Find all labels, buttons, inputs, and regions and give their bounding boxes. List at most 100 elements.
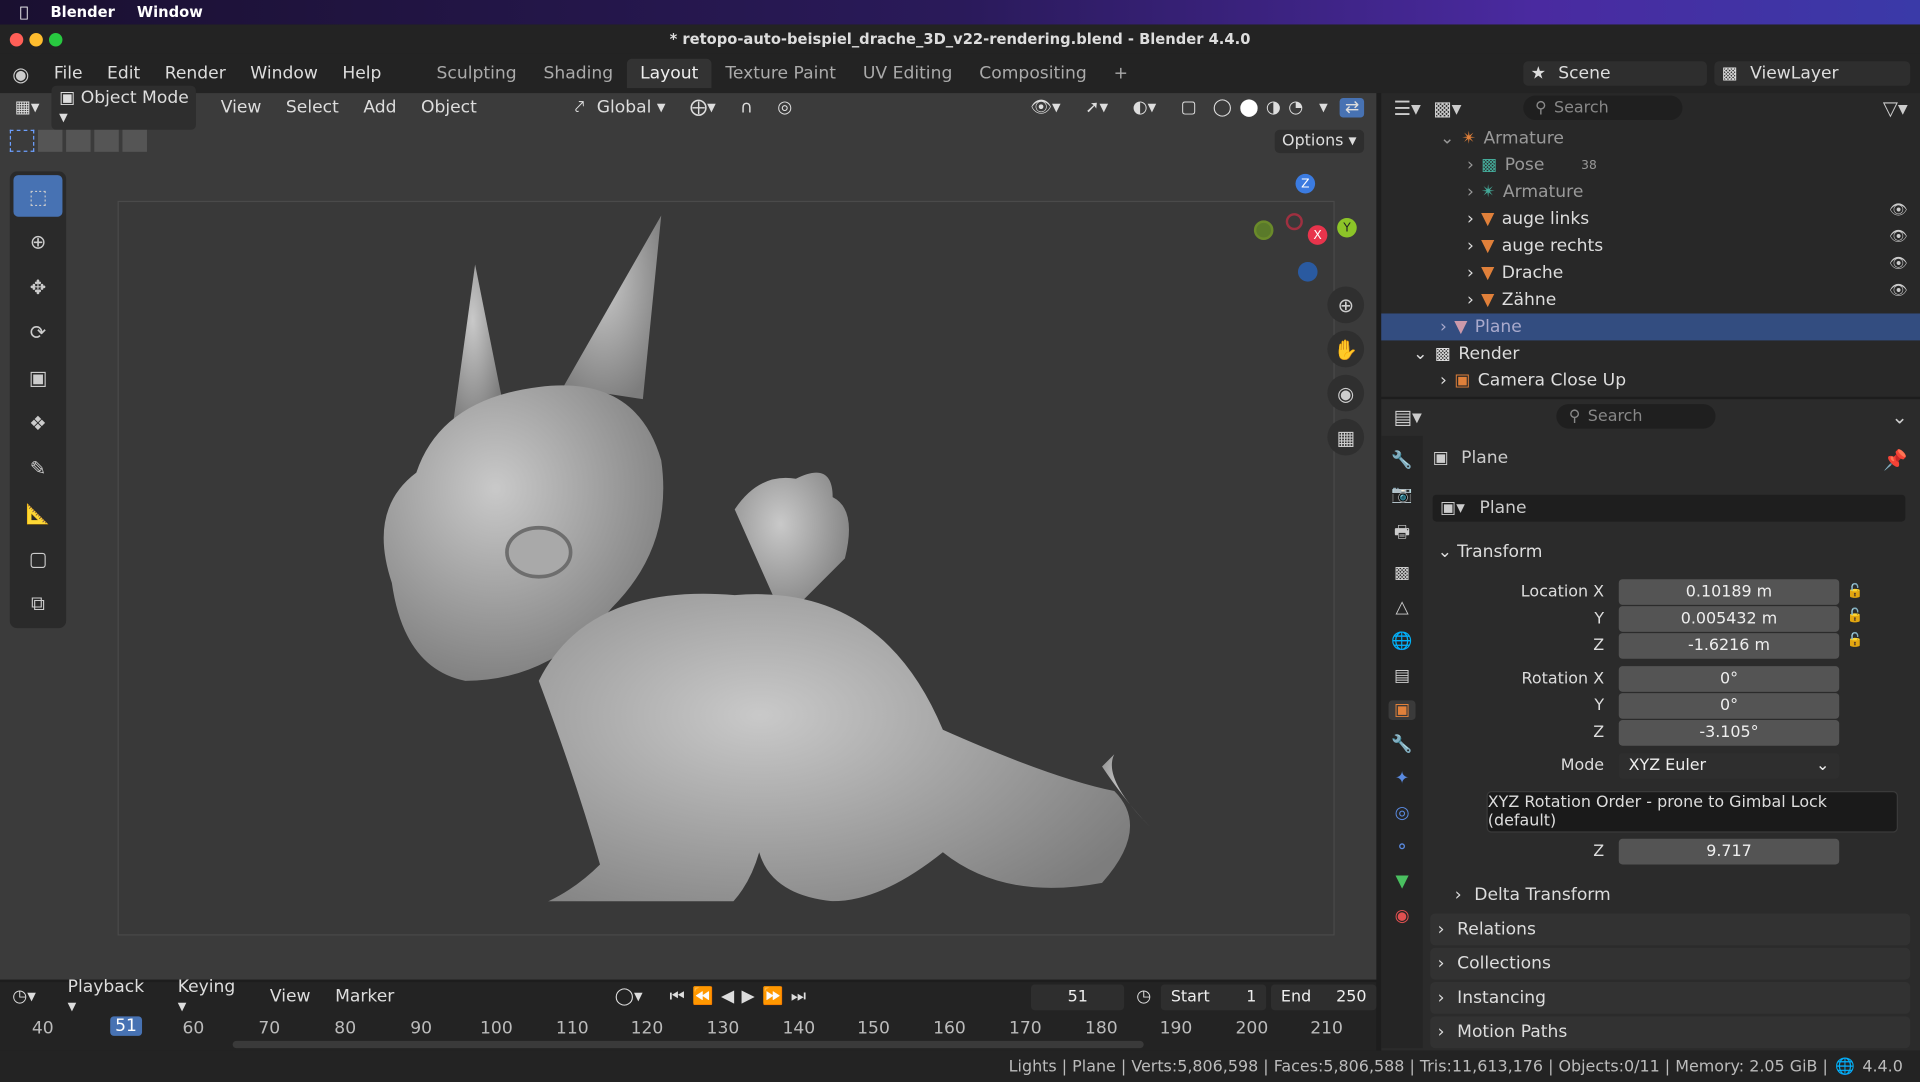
measure-icon[interactable]: 📐 <box>13 492 62 534</box>
instancing-panel[interactable]: › Instancing <box>1430 982 1911 1014</box>
timeline-scrollbar[interactable] <box>232 1040 1144 1049</box>
dragon-model[interactable] <box>367 215 1163 902</box>
gizmo-z-axis[interactable]: Z <box>1295 173 1316 194</box>
select-invert-icon[interactable] <box>94 129 119 152</box>
viewport-menu-view[interactable]: View <box>208 98 273 118</box>
xray-icon[interactable]: ▢ <box>1168 98 1209 118</box>
eye-icon[interactable]: 👁 <box>1889 255 1908 272</box>
outliner-row-armature-data[interactable]: › ✴ Armature <box>1381 179 1920 206</box>
menu-file[interactable]: File <box>42 64 95 84</box>
scale-z-field[interactable]: 9.717 <box>1618 838 1840 865</box>
shading-material-icon[interactable]: ◑ <box>1262 98 1284 118</box>
cursor-icon[interactable]: ⊕ <box>13 220 62 262</box>
outliner-row-zaehne[interactable]: › ▼ Zähne <box>1381 287 1920 314</box>
playback-controls[interactable]: ⏮⏪◀▶⏩⏭ <box>669 987 813 1007</box>
properties-search-input[interactable]: ⚲ Search <box>1556 404 1716 429</box>
perspective-grid-icon[interactable]: ▦ <box>1327 418 1365 456</box>
gizmo-neg-y-axis[interactable] <box>1253 220 1274 241</box>
chevron-right-icon[interactable]: › <box>1467 156 1474 176</box>
move-icon[interactable]: ✥ <box>13 266 62 308</box>
viewport-menu-add[interactable]: Add <box>351 98 409 118</box>
outliner-row-camera[interactable]: › ▣ Camera Close Up <box>1381 367 1920 394</box>
rotation-x-field[interactable]: 0° <box>1618 666 1840 692</box>
outliner-row-render[interactable]: ⌄ ▩ Render <box>1381 340 1920 367</box>
scene-tab-icon[interactable]: △ <box>1395 598 1408 618</box>
lock-icon[interactable]: 🔓 <box>1847 583 1864 599</box>
data-tab-icon[interactable]: ▼ <box>1395 872 1408 892</box>
rotation-y-field[interactable]: 0° <box>1618 693 1840 719</box>
annotate-icon[interactable]: ✎ <box>13 447 62 489</box>
chevron-down-icon[interactable]: ⌄ <box>1413 344 1427 364</box>
chevron-right-icon[interactable]: › <box>1467 290 1474 310</box>
tab-layout[interactable]: Layout <box>626 58 712 89</box>
gizmo-toggle-icon[interactable]: ➚▾ <box>1073 98 1120 118</box>
shading-wireframe-icon[interactable]: ◯ <box>1209 98 1236 118</box>
constraints-tab-icon[interactable]: ⚬ <box>1395 838 1409 858</box>
overlay-icon[interactable]: ◐▾ <box>1120 98 1168 118</box>
transform-orientation-dropdown[interactable]: Global ▾ <box>584 98 677 118</box>
lock-icon[interactable]: 🔓 <box>1847 607 1864 623</box>
gizmo-neg-z-axis[interactable] <box>1297 262 1318 282</box>
add-workspace-icon[interactable]: + <box>1100 59 1141 88</box>
object-name-field[interactable]: ▣▾ Plane <box>1432 494 1906 522</box>
timeline-marker-menu[interactable]: Marker <box>323 987 407 1007</box>
tab-uv-editing[interactable]: UV Editing <box>849 59 965 88</box>
properties-options-icon[interactable]: ⌄ <box>1891 405 1907 428</box>
particles-tab-icon[interactable]: ✦ <box>1395 769 1409 789</box>
chevron-down-icon[interactable]: ⌄ <box>1440 129 1454 149</box>
view-layer-tab-icon[interactable]: ▩ <box>1394 563 1410 583</box>
select-box-icon[interactable]: ⬚ <box>13 175 63 217</box>
outliner-type-icon[interactable]: ☰▾ <box>1393 96 1420 119</box>
viewport-menu-select[interactable]: Select <box>274 98 351 118</box>
menu-window[interactable]: Window <box>238 64 330 84</box>
lock-icon[interactable]: 🔓 <box>1847 632 1864 648</box>
start-frame-field[interactable]: Start 1 <box>1161 983 1267 1010</box>
delta-transform-panel[interactable]: › Delta Transform <box>1447 879 1910 911</box>
navigation-gizmo[interactable]: Z Y X <box>1249 171 1371 293</box>
tool-tab-icon[interactable]: 🔧 <box>1391 451 1412 471</box>
transform-panel-header[interactable]: ⌄ Transform <box>1430 536 1910 568</box>
relations-panel[interactable]: › Relations <box>1430 913 1911 946</box>
physics-tab-icon[interactable]: ◎ <box>1395 803 1410 823</box>
location-x-field[interactable]: 0.10189 m <box>1618 579 1840 605</box>
chevron-right-icon[interactable]: › <box>1467 236 1474 256</box>
eye-icon[interactable]: 👁 <box>1889 228 1908 245</box>
select-extend-icon[interactable] <box>37 129 63 152</box>
outliner-search-input[interactable]: ⚲ Search <box>1522 95 1682 121</box>
eye-icon[interactable]: 👁 <box>1889 282 1908 299</box>
timeline-ruler[interactable]: 40 51 60 70 80 90 100 110 120 130 140 15… <box>0 1011 1376 1049</box>
shading-rendered-icon[interactable]: ◔ <box>1285 98 1307 118</box>
camera-view-icon[interactable]: ◉ <box>1327 374 1365 412</box>
output-tab-icon[interactable]: 🖶 <box>1394 519 1410 548</box>
rotate-icon[interactable]: ⟳ <box>13 311 62 353</box>
current-frame-field[interactable]: 51 <box>1031 983 1125 1010</box>
chevron-right-icon[interactable]: › <box>1440 371 1447 391</box>
chevron-right-icon[interactable]: › <box>1467 263 1474 283</box>
transform-cube-icon[interactable]: ⧉ <box>13 583 62 625</box>
pan-hand-icon[interactable]: ✋ <box>1327 330 1365 368</box>
rotation-z-field[interactable]: -3.105° <box>1618 720 1840 746</box>
location-y-field[interactable]: 0.005432 m <box>1618 606 1840 632</box>
select-new-icon[interactable] <box>9 129 35 152</box>
outliner-row-drache[interactable]: › ▼ Drache <box>1381 260 1920 287</box>
gizmo-y-axis[interactable]: Y <box>1337 217 1357 238</box>
auto-keying-icon[interactable]: ◯▾ <box>615 987 643 1007</box>
outliner-row-pose[interactable]: › ▩ Pose 38 <box>1381 152 1920 179</box>
filter-icon[interactable]: ▽▾ <box>1883 96 1908 119</box>
blender-logo-icon[interactable]: ◉ <box>0 62 42 85</box>
options-dropdown[interactable]: Options ▾ <box>1274 129 1364 154</box>
render-tab-icon[interactable]: 📷 <box>1391 485 1412 505</box>
tab-texture-paint[interactable]: Texture Paint <box>712 59 850 88</box>
chevron-right-icon[interactable]: › <box>1467 209 1474 229</box>
sidebar-toggle-icon[interactable]: ⇄ <box>1339 97 1365 118</box>
outliner-row-auge-rechts[interactable]: › ▼ auge rechts <box>1381 233 1920 260</box>
visibility-icon[interactable]: 👁▾ <box>1018 98 1073 118</box>
mac-menu-app[interactable]: Blender <box>50 4 114 21</box>
proportional-editing-icon[interactable]: ◎ <box>765 98 804 118</box>
select-intersect-icon[interactable] <box>122 129 147 152</box>
current-frame-marker[interactable]: 51 <box>110 1016 142 1036</box>
shading-options-icon[interactable]: ▾ <box>1307 98 1340 118</box>
chevron-right-icon[interactable]: › <box>1467 182 1474 202</box>
select-subtract-icon[interactable] <box>66 129 91 152</box>
properties-type-icon[interactable]: ▤▾ <box>1393 405 1421 428</box>
